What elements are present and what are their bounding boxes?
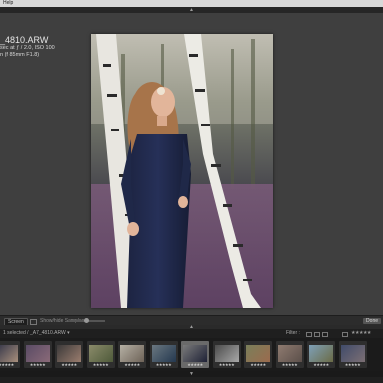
thumbnail-image	[25, 345, 50, 362]
thumbnail-image	[214, 345, 239, 362]
thumbnail-rating: ★★★★★	[61, 362, 77, 367]
thumbnail-image	[246, 345, 270, 362]
thumbnail-rating: ★★★★★	[313, 362, 329, 367]
thumbnail-image	[0, 345, 18, 362]
filter-flag-icon[interactable]	[306, 332, 312, 337]
thumbnail-rating: ★★★★★	[29, 362, 46, 367]
thumbnail-rating: ★★★★★	[250, 362, 266, 367]
thumbnail-image	[277, 345, 302, 362]
done-button[interactable]: Done	[363, 318, 381, 324]
filmstrip: ★★★★ ★ ★★★★ ★ ★★★★ ★ ★★★★ ★ ★★★★ ★ ★★★★ ★ ★★★★ ★ ★★★★ ★…	[0, 338, 383, 371]
thumbnail-image	[340, 345, 365, 362]
thumbnail-rating: ★★★★★	[92, 362, 109, 367]
main-photo[interactable]	[91, 34, 273, 308]
filter-flag-rejected-icon[interactable]	[314, 332, 320, 337]
exposure-label: sec at ƒ / 2.0, ISO 100	[0, 45, 55, 51]
thumbnail-image	[120, 345, 144, 362]
filter-label: Filter :	[286, 330, 300, 336]
thumbnail-rating: ★★★★★	[281, 362, 298, 367]
filmstrip-thumbnail[interactable]: ★★★★★	[338, 341, 367, 368]
filmstrip-thumbnail[interactable]: ★★★★★	[149, 341, 178, 368]
filmstrip-thumbnail[interactable]: ★★★★★	[307, 341, 335, 368]
filmstrip-thumbnail[interactable]: ★★★★★	[275, 341, 304, 368]
filmstrip-thumbnail[interactable]: ★★★★★	[86, 341, 115, 368]
bottom-strip	[0, 377, 383, 383]
thumbnail-rating: ★★★★★	[124, 362, 140, 367]
thumbnail-rating: ★★★★★	[155, 362, 172, 367]
thumbnail-image	[57, 345, 81, 362]
thumbnail-image	[183, 345, 207, 362]
thumbnail-rating: ★★★★★	[187, 362, 203, 367]
filmstrip-thumbnail[interactable]: ★★★★★	[23, 341, 52, 368]
thumbnail-rating: ★★★★★	[0, 362, 14, 367]
menu-item-help[interactable]: Help	[0, 0, 13, 6]
filmstrip-header: 1 selected / _A7_4810.ARW ▾ Filter : ★★★…	[0, 329, 383, 338]
zoom-slider-knob[interactable]	[84, 318, 89, 323]
lens-label: n (f 85mm F1.8)	[0, 52, 40, 58]
filmstrip-thumbnail[interactable]: ★★★★★	[55, 341, 83, 368]
thumbnail-rating: ★★★★★	[218, 362, 235, 367]
filmstrip-thumbnail[interactable]: ★★★★★	[244, 341, 272, 368]
filename-label: _4810.ARW	[0, 35, 49, 45]
filmstrip-thumbnail[interactable]: ★★★★★	[181, 341, 209, 368]
filter-rating-op-icon[interactable]	[342, 332, 348, 337]
menu-bar: Help	[0, 0, 383, 7]
filmstrip-thumbnail[interactable]: ★★★★★	[118, 341, 146, 368]
filmstrip-thumbnail[interactable]: ★★★★★	[212, 341, 241, 368]
thumbnail-image	[309, 345, 333, 362]
rating-filter-stars[interactable]: ★★★★★	[351, 329, 371, 338]
thumbnail-rating: ★★★★★	[344, 362, 361, 367]
thumbnail-image	[88, 345, 113, 362]
thumbnail-image	[151, 345, 176, 362]
photo-info-overlay: _4810.ARW sec at ƒ / 2.0, ISO 100 n (f 8…	[0, 35, 55, 59]
selection-info[interactable]: 1 selected / _A7_4810.ARW ▾	[3, 329, 70, 338]
filmstrip-thumbnail[interactable]: ★★★★★	[0, 341, 20, 368]
filter-flag-unflagged-icon[interactable]	[322, 332, 328, 337]
